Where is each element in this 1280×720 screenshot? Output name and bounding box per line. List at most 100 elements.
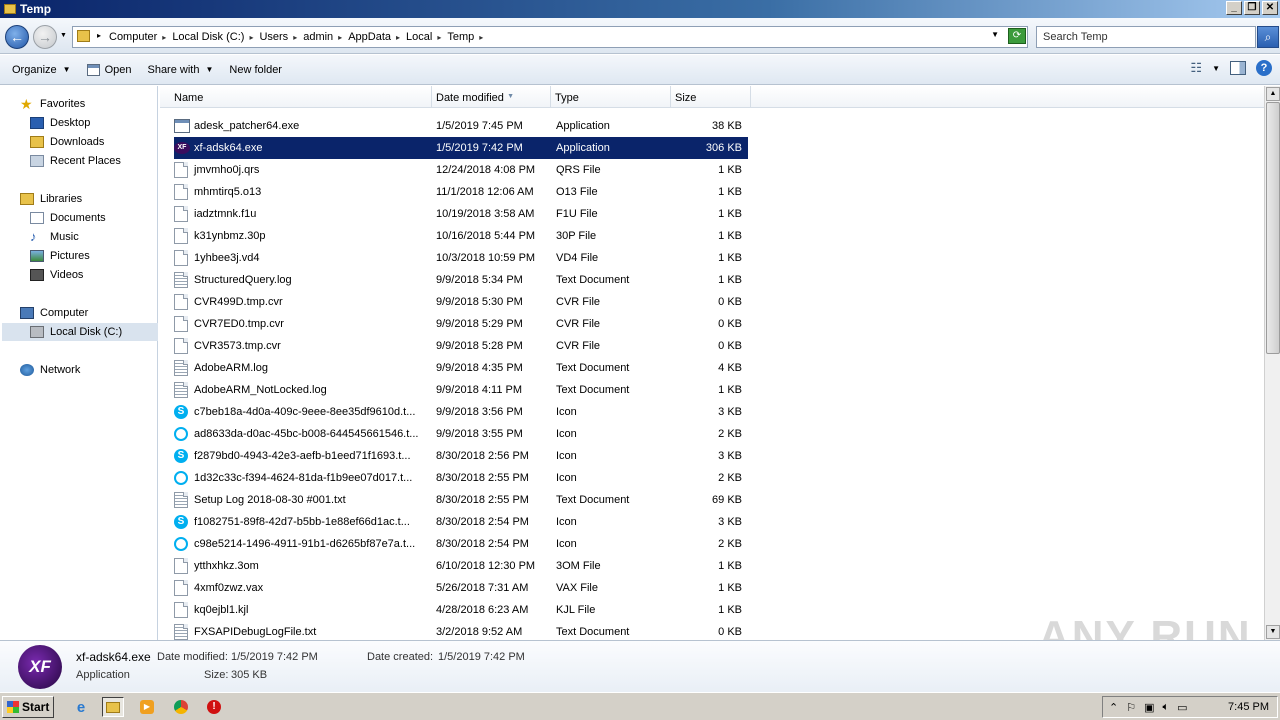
file-row[interactable]: ad8633da-d0ac-45bc-b008-644545661546.t..…: [174, 423, 748, 445]
file-date-cell: 6/10/2018 12:30 PM: [436, 560, 536, 572]
breadcrumb-item[interactable]: Users ▸: [259, 31, 297, 43]
nav-computer[interactable]: Computer: [20, 304, 176, 322]
file-row[interactable]: iadztmnk.f1u 10/19/2018 3:58 AM F1U File 1 …: [174, 203, 748, 225]
file-row[interactable]: 4xmf0zwz.vax 5/26/2018 7:31 AM VAX File 1 K…: [174, 577, 748, 599]
tray-expand-icon[interactable]: ⌃: [1109, 701, 1118, 714]
file-row[interactable]: Setup Log 2018-08-30 #001.txt 8/30/2018 2…: [174, 489, 748, 511]
scroll-down-icon[interactable]: ▼: [1266, 625, 1280, 639]
file-row[interactable]: ytthxhkz.3om 6/10/2018 12:30 PM 3OM File 1 …: [174, 555, 748, 577]
file-row[interactable]: XF xf-adsk64.exe 1/5/2019 7:42 PM Applicati…: [174, 137, 748, 159]
file-date-cell: 3/2/2018 9:52 AM: [436, 626, 523, 638]
navigation-pane: ★ Favorites Desktop Downloads Recent Plac…: [0, 86, 158, 640]
nav-favorites[interactable]: ★ Favorites: [20, 95, 176, 113]
open-button[interactable]: Open: [81, 59, 138, 81]
documents-icon: [30, 212, 44, 224]
details-date-created: 1/5/2019 7:42 PM: [438, 651, 525, 663]
breadcrumb-item[interactable]: Local Disk (C:) ▸: [172, 31, 253, 43]
search-button[interactable]: ⌕: [1257, 26, 1279, 48]
vertical-scrollbar[interactable]: ▲ ▼: [1264, 86, 1280, 640]
antivirus-icon[interactable]: !: [203, 697, 225, 717]
details-date-modified-label: Date modified:: [157, 651, 228, 663]
file-size-cell: 3 KB: [718, 516, 742, 528]
file-row[interactable]: 1d32c33c-f394-4624-81da-f1b9ee07d017.t..…: [174, 467, 748, 489]
breadcrumb-item[interactable]: admin ▸: [303, 31, 342, 43]
view-dropdown-icon[interactable]: ▼: [1212, 64, 1220, 73]
explorer-taskbar-button[interactable]: [102, 697, 124, 717]
file-row[interactable]: Sf1082751-89f8-42d7-b5bb-1e88ef66d1ac.t.…: [174, 511, 748, 533]
file-name: c98e5214-1496-4911-91b1-d6265bf87e7a.t..…: [194, 538, 416, 550]
scroll-thumb[interactable]: [1266, 102, 1280, 354]
file-row[interactable]: 1yhbee3j.vd4 10/3/2018 10:59 PM VD4 File 1 …: [174, 247, 748, 269]
organize-button[interactable]: Organize ▼: [6, 59, 77, 81]
file-size-cell: 0 KB: [718, 340, 742, 352]
file-row[interactable]: kq0ejbl1.kjl 4/28/2018 6:23 AM KJL File 1 K…: [174, 599, 748, 621]
file-row[interactable]: mhmtirq5.o13 11/1/2018 12:06 AM O13 File 1 …: [174, 181, 748, 203]
file-row[interactable]: CVR7ED0.tmp.cvr 9/9/2018 5:29 PM CVR File 0…: [174, 313, 748, 335]
nav-libraries[interactable]: Libraries: [20, 190, 176, 208]
volume-icon[interactable]: 🔈︎: [1163, 701, 1170, 714]
file-row[interactable]: k31ynbmz.30p 10/16/2018 5:44 PM 30P File 1 …: [174, 225, 748, 247]
file-row[interactable]: Sf2879bd0-4943-42e3-aefb-b1eed71f1693.t.…: [174, 445, 748, 467]
column-header-name[interactable]: Name: [160, 86, 432, 108]
maximize-button[interactable]: ❐: [1244, 1, 1260, 15]
file-row[interactable]: StructuredQuery.log 9/9/2018 5:34 PM Text …: [174, 269, 748, 291]
forward-button[interactable]: →: [33, 25, 57, 49]
file-row[interactable]: jmvmho0j.qrs 12/24/2018 4:08 PM QRS File 1 …: [174, 159, 748, 181]
text-icon: [174, 492, 188, 508]
file-type-cell: QRS File: [556, 164, 601, 176]
help-icon[interactable]: ?: [1256, 60, 1272, 76]
file-row[interactable]: FXSAPIDebugLogFile.txt 3/2/2018 9:52 AM Te…: [174, 621, 748, 640]
file-type-cell: Icon: [556, 406, 577, 418]
address-dropdown-icon[interactable]: ▼: [991, 30, 999, 39]
chrome-icon[interactable]: [170, 697, 192, 717]
file-name: mhmtirq5.o13: [194, 186, 262, 198]
new-folder-button[interactable]: New folder: [223, 59, 288, 81]
chrome-logo-icon: [174, 700, 188, 714]
view-options-icon[interactable]: ☷: [1190, 60, 1202, 76]
nav-network[interactable]: Network: [20, 361, 176, 379]
doc-icon: [174, 316, 188, 332]
clock[interactable]: 7:45 PM: [1228, 701, 1269, 713]
address-bar[interactable]: ▸ Computer ▸ Local Disk (C:) ▸ Users ▸ admi…: [72, 26, 1028, 48]
forward-arrow-icon: →: [38, 29, 52, 45]
file-row[interactable]: AdobeARM_NotLocked.log 9/9/2018 4:11 PM Te…: [174, 379, 748, 401]
file-row[interactable]: c98e5214-1496-4911-91b1-d6265bf87e7a.t..…: [174, 533, 748, 555]
breadcrumb-item[interactable]: Temp ▸: [447, 31, 483, 43]
file-row[interactable]: Sc7beb18a-4d0a-409c-9eee-8ee35df9610d.t.…: [174, 401, 748, 423]
search-input[interactable]: Search Temp: [1036, 26, 1256, 48]
minimize-button[interactable]: _: [1226, 1, 1242, 15]
nav-local-disk[interactable]: Local Disk (C:): [2, 323, 158, 341]
column-header-date[interactable]: Date modified ▼: [432, 86, 551, 108]
close-button[interactable]: ✕: [1262, 1, 1278, 15]
back-button[interactable]: ←: [5, 25, 29, 49]
power-icon[interactable]: ▭: [1177, 701, 1187, 714]
breadcrumb-item[interactable]: Local ▸: [406, 31, 441, 43]
file-row[interactable]: AdobeARM.log 9/9/2018 4:35 PM Text Documen…: [174, 357, 748, 379]
file-row[interactable]: adesk_patcher64.exe 1/5/2019 7:45 PM Appli…: [174, 115, 748, 137]
file-row[interactable]: CVR3573.tmp.cvr 9/9/2018 5:28 PM CVR File 0…: [174, 335, 748, 357]
file-name-cell: Sc7beb18a-4d0a-409c-9eee-8ee35df9610d.t.…: [174, 405, 432, 419]
file-name: 1yhbee3j.vd4: [194, 252, 260, 264]
share-with-button[interactable]: Share with ▼: [141, 59, 219, 81]
scroll-up-icon[interactable]: ▲: [1266, 87, 1280, 101]
app-icon: [86, 63, 100, 76]
breadcrumb-item[interactable]: Computer ▸: [109, 31, 166, 43]
media-player-icon[interactable]: ▶: [136, 697, 158, 717]
chevron-down-icon: ▼: [205, 65, 214, 74]
preview-pane-icon[interactable]: [1230, 61, 1246, 75]
network-icon: [20, 364, 34, 376]
history-dropdown-icon[interactable]: ▼: [60, 32, 67, 39]
internet-explorer-icon[interactable]: e: [70, 697, 92, 717]
file-date-cell: 8/30/2018 2:54 PM: [436, 538, 529, 550]
network-tray-icon[interactable]: ▣: [1144, 701, 1154, 714]
refresh-button[interactable]: ⟳: [1008, 28, 1026, 44]
action-center-flag-icon[interactable]: ⚐: [1126, 701, 1136, 714]
start-button[interactable]: Start: [2, 696, 54, 718]
breadcrumb-item[interactable]: AppData ▸: [348, 31, 400, 43]
breadcrumb-root-arrow-icon[interactable]: ▸: [97, 31, 101, 40]
file-row[interactable]: CVR499D.tmp.cvr 9/9/2018 5:30 PM CVR File 0…: [174, 291, 748, 313]
file-name-cell: iadztmnk.f1u: [174, 206, 432, 222]
column-header-size[interactable]: Size: [671, 86, 751, 108]
column-header-type[interactable]: Type: [551, 86, 671, 108]
file-type-cell: O13 File: [556, 186, 598, 198]
